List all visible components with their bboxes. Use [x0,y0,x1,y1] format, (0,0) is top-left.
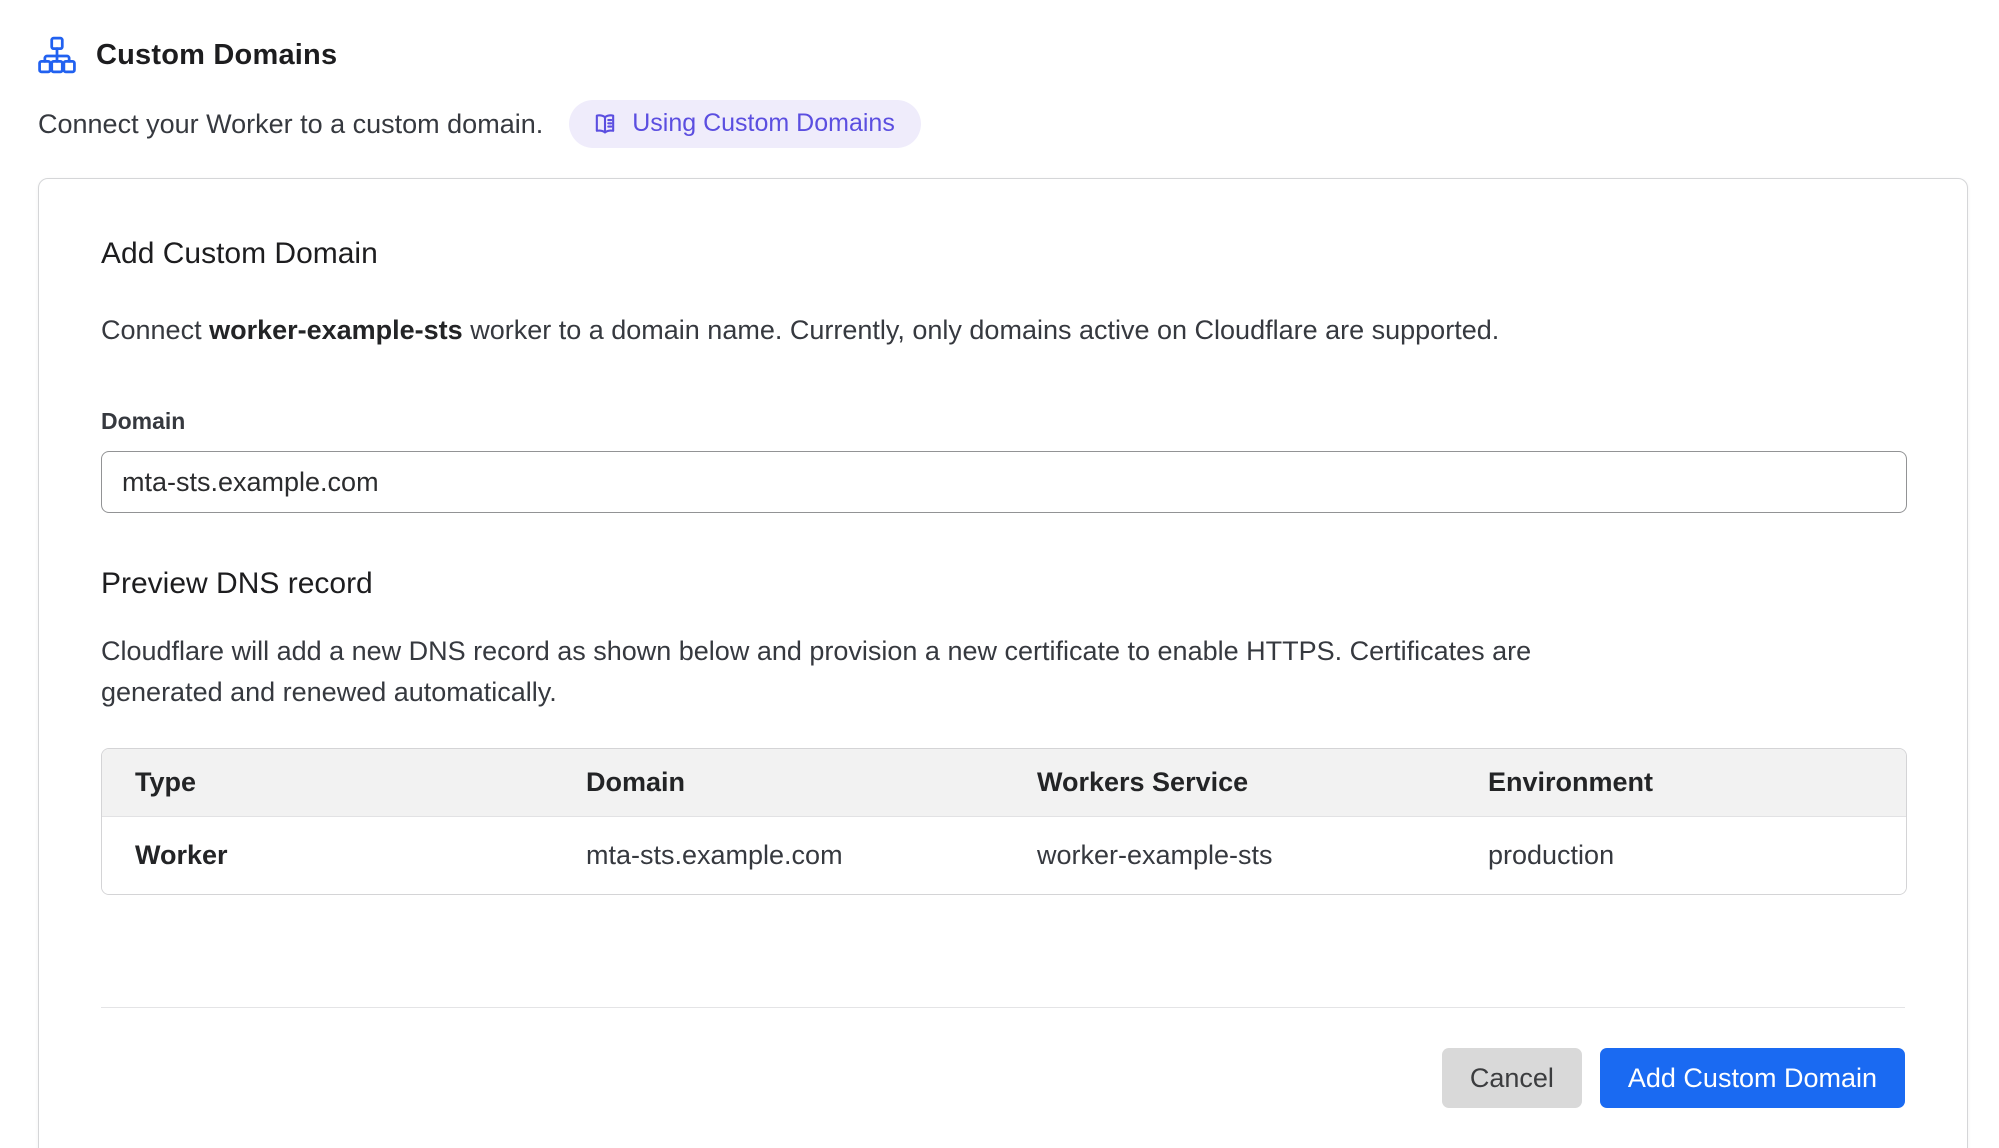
preview-dns-heading: Preview DNS record [101,567,1905,601]
cell-type: Worker [102,817,553,894]
card-heading: Add Custom Domain [101,237,1905,271]
add-custom-domain-card: Add Custom Domain Connect worker-example… [38,178,1968,1148]
table-row: Worker mta-sts.example.com worker-exampl… [102,817,1906,894]
page-title: Custom Domains [96,39,337,72]
preview-dns-description: Cloudflare will add a new DNS record as … [101,631,1561,712]
sitemap-icon [38,36,76,74]
docs-link-label: Using Custom Domains [632,109,895,138]
page-header: Custom Domains [38,36,1969,74]
cell-environment: production [1455,817,1906,894]
cell-workers-service: worker-example-sts [1004,817,1455,894]
table-header-row: Type Domain Workers Service Environment [102,749,1906,817]
custom-domains-page: Custom Domains Connect your Worker to a … [0,0,1999,1148]
footer-actions: Cancel Add Custom Domain [101,1048,1905,1108]
domain-label: Domain [101,408,1905,435]
page-subtitle: Connect your Worker to a custom domain. [38,109,543,140]
col-header-type: Type [102,749,553,817]
open-book-icon [591,110,619,138]
footer-divider [101,1007,1905,1008]
add-custom-domain-button[interactable]: Add Custom Domain [1600,1048,1905,1108]
page-subtitle-row: Connect your Worker to a custom domain. … [38,100,1969,148]
domain-input[interactable] [101,451,1907,513]
intro-text: Connect worker-example-sts worker to a d… [101,311,1905,350]
worker-name: worker-example-sts [209,315,463,345]
col-header-domain: Domain [553,749,1004,817]
cell-domain: mta-sts.example.com [553,817,1004,894]
col-header-workers-service: Workers Service [1004,749,1455,817]
col-header-environment: Environment [1455,749,1906,817]
docs-link-badge[interactable]: Using Custom Domains [569,100,921,148]
cancel-button[interactable]: Cancel [1442,1048,1582,1108]
intro-prefix: Connect [101,315,209,345]
intro-suffix: worker to a domain name. Currently, only… [463,315,1500,345]
dns-preview-table: Type Domain Workers Service Environment … [101,748,1907,895]
